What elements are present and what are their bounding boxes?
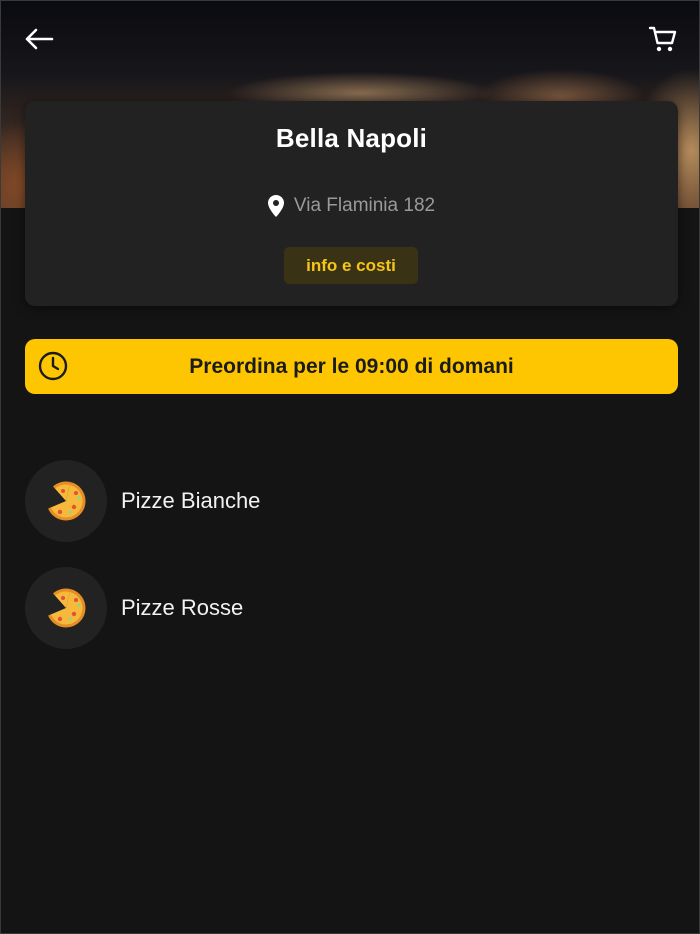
category-label: Pizze Rosse [121,595,244,620]
category-item-pizze-bianche[interactable]: Pizze Bianche [25,460,645,542]
preorder-banner[interactable]: Preordina per le 09:00 di domani [25,339,678,394]
pizza-icon [48,481,86,521]
category-icon-circle [25,567,107,649]
shopping-cart-icon [648,26,677,52]
category-icon-circle [25,460,107,542]
category-item-pizze-rosse[interactable]: Pizze Rosse [25,567,645,649]
restaurant-info-card: Bella Napoli Via Flaminia 182 info e cos… [25,101,678,306]
preorder-text-before: Preordina per le [189,354,350,378]
restaurant-name: Bella Napoli [275,123,428,153]
location-pin-icon [267,195,284,217]
preorder-text: Preordina per le 09:00 di domani [25,355,678,379]
clock-icon [38,351,68,381]
info-costs-button[interactable]: info e costi [284,247,418,284]
arrow-left-icon [25,28,54,50]
pizza-icon [48,588,86,628]
back-button[interactable] [21,21,57,57]
category-label: Pizze Bianche [121,488,261,513]
restaurant-address: Via Flaminia 182 [293,195,436,216]
cart-button[interactable] [645,21,681,57]
address-row: Via Flaminia 182 [25,195,678,217]
app-screen: Bella Napoli Via Flaminia 182 info e cos… [0,0,700,934]
preorder-time: 09:00 [355,354,409,378]
preorder-text-after: di domani [414,354,514,378]
